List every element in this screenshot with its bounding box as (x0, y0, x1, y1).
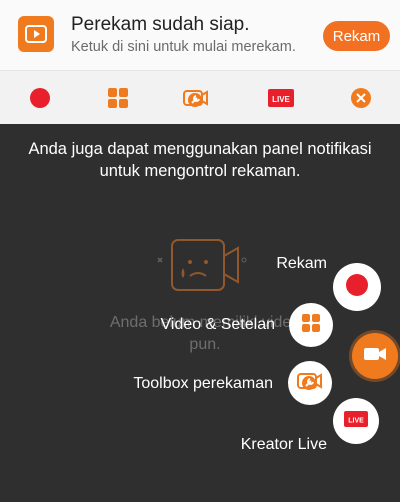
overlay-hint: Anda juga dapat menggunakan panel notifi… (0, 138, 400, 182)
hint-line-2: untuk mengontrol rekaman. (99, 162, 301, 180)
hint-line-1: Anda juga dapat menggunakan panel notifi… (28, 140, 372, 158)
menu-label-record: Rekam (276, 255, 327, 272)
toolbox-icon (297, 369, 323, 398)
camera-icon (363, 345, 387, 368)
record-button[interactable]: Rekam (323, 21, 390, 51)
toolbox-icon[interactable] (183, 85, 209, 111)
record-icon (345, 273, 369, 302)
grid-icon[interactable] (105, 85, 131, 111)
fab-live-creator-button[interactable]: LIVE (333, 398, 379, 444)
recorder-notification[interactable]: Perekam sudah siap. Ketuk di sini untuk … (0, 0, 400, 70)
floating-recorder-button[interactable] (352, 333, 398, 379)
notification-title: Perekam sudah siap. (71, 14, 250, 35)
notification-subtitle: Ketuk di sini untuk mulai merekam. (71, 39, 296, 55)
notification-action-bar: LIVE (0, 70, 400, 124)
grid-icon (301, 313, 321, 338)
svg-text:LIVE: LIVE (272, 95, 290, 104)
fab-record-button[interactable] (333, 263, 381, 311)
menu-label-toolbox: Toolbox perekaman (133, 375, 273, 392)
live-icon: LIVE (343, 409, 369, 434)
live-icon[interactable]: LIVE (267, 85, 295, 111)
fab-toolbox-button[interactable] (288, 361, 332, 405)
fab-video-settings-button[interactable] (289, 303, 333, 347)
menu-label-live-creator: Kreator Live (240, 436, 327, 453)
recorder-app-icon (18, 16, 54, 52)
menu-label-video-settings: Video & Setelan (160, 316, 275, 333)
empty-video-illustration (157, 239, 247, 291)
svg-text:LIVE: LIVE (348, 417, 364, 424)
record-icon[interactable] (27, 85, 53, 111)
close-icon[interactable] (348, 85, 374, 111)
